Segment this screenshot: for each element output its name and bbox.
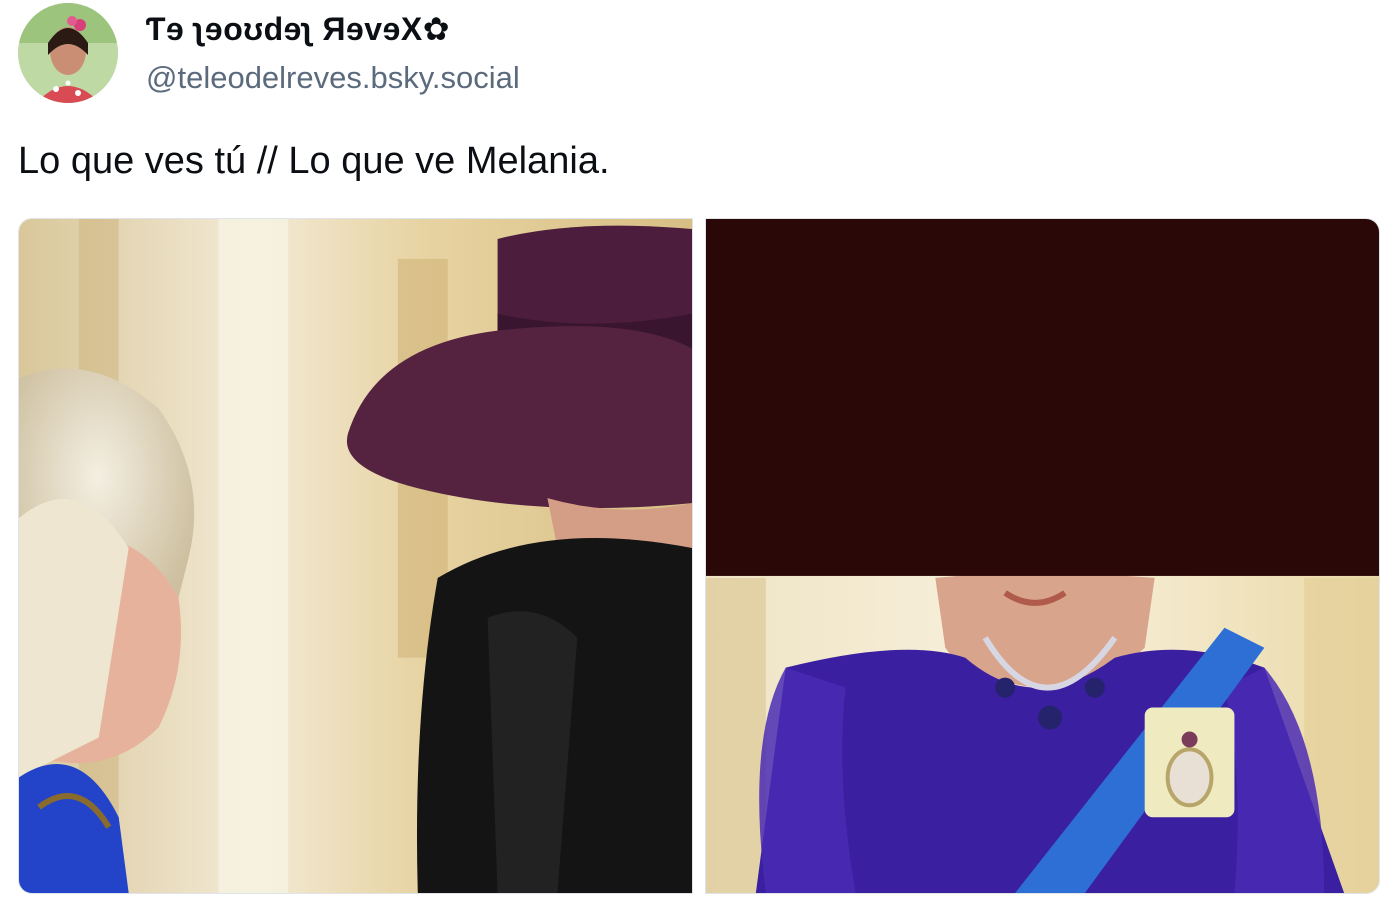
post-card[interactable]: Ƭɘ ʅɘoʊdɘʅ ЯɘvɘX✿ @teleodelreves.bsky.so… [0, 0, 1400, 906]
photo-icon [19, 219, 692, 893]
photo-left[interactable] [18, 218, 693, 894]
photo-right[interactable] [705, 218, 1380, 894]
post-text: Lo que ves tú // Lo que ve Melania. [18, 140, 610, 182]
author-display-name[interactable]: Ƭɘ ʅɘoʊdɘʅ ЯɘvɘX✿ [146, 10, 450, 48]
author-handle[interactable]: @teleodelreves.bsky.social [146, 60, 520, 96]
photo-icon [706, 219, 1379, 893]
author-avatar[interactable] [18, 3, 118, 103]
image-gallery [18, 218, 1380, 894]
profile-photo-icon [18, 3, 118, 103]
